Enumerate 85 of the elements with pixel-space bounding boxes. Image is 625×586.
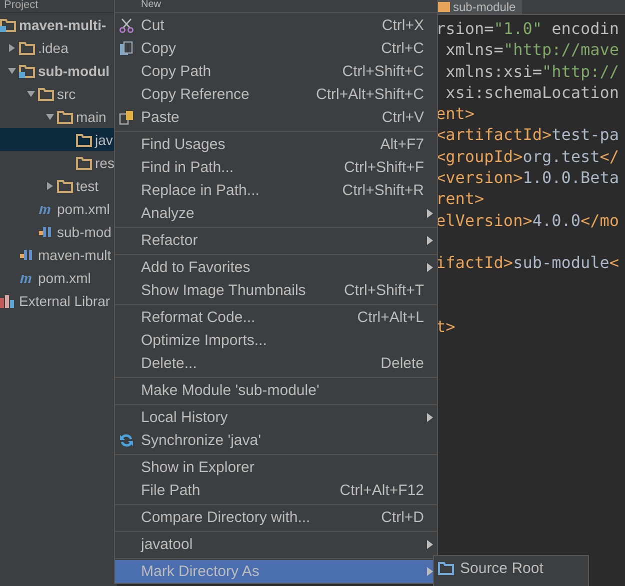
panel-title: Project <box>4 0 38 11</box>
tree-label: res <box>95 154 114 170</box>
menu-item[interactable]: Reformat Code... Ctrl+Alt+L <box>115 306 437 329</box>
code-line: <artifactId>test-pa <box>436 125 620 144</box>
code-line: <groupId>org.test</ <box>436 146 620 166</box>
tree-item[interactable]: .idea <box>0 36 117 59</box>
menu-item[interactable]: Optimize Imports... <box>115 329 437 352</box>
tree-label: jav <box>95 132 113 148</box>
menu-item[interactable]: Compare Directory with... Ctrl+D <box>115 506 437 529</box>
code-line: xmlns="http://mave <box>444 40 620 60</box>
tree-item[interactable]: sub-modul <box>0 59 117 82</box>
menu-item[interactable]: New <box>115 0 437 10</box>
menu-item[interactable]: Paste Ctrl+V <box>115 106 437 129</box>
library-icon <box>0 294 16 308</box>
tree-label: test <box>76 178 99 194</box>
module-file-icon <box>19 248 35 262</box>
menu-item[interactable]: Source Root <box>434 556 588 580</box>
code-line: ent> <box>436 104 475 124</box>
tree-label: pom.xml <box>38 270 91 286</box>
paste-icon <box>119 110 134 125</box>
folder-icon <box>57 178 73 192</box>
menu-item[interactable]: Analyze <box>115 202 437 225</box>
menu-item[interactable]: Copy Reference Ctrl+Alt+Shift+C <box>115 83 437 106</box>
menu-item[interactable]: Find Usages Alt+F7 <box>115 133 437 156</box>
tree-label: maven-mult <box>38 246 112 262</box>
menu-item[interactable]: Refactor <box>115 229 437 252</box>
tree-item[interactable]: test <box>0 174 117 197</box>
folder-icon <box>76 132 92 146</box>
module-folder-icon <box>19 64 35 78</box>
menu-item[interactable]: Show Image Thumbnails Ctrl+Shift+T <box>115 279 437 302</box>
folder-icon <box>19 40 35 54</box>
tree-item[interactable]: main <box>0 105 117 128</box>
folder-icon <box>38 86 54 100</box>
sync-icon <box>119 433 134 448</box>
tree-item[interactable]: jav <box>0 128 117 151</box>
collapsed-arrow-icon[interactable] <box>44 180 54 190</box>
menu-item[interactable]: Add to Favorites <box>115 256 437 279</box>
code-line: rsion="1.0" encodin <box>436 19 620 38</box>
menu-item[interactable]: Delete... Delete <box>115 352 437 375</box>
menu-item[interactable]: Copy Ctrl+C <box>115 37 437 60</box>
tree-item[interactable]: pom.xml <box>0 266 117 289</box>
tree-item[interactable]: maven-multi- <box>0 13 117 36</box>
collapsed-arrow-icon[interactable] <box>6 42 16 52</box>
scissors-icon <box>119 18 134 33</box>
tree-item[interactable]: sub-mod <box>0 220 117 243</box>
code-line: xmlns:xsi="http:// <box>444 62 620 81</box>
code-line: rent> <box>436 189 484 208</box>
tree-item[interactable]: src <box>0 82 117 105</box>
tree-item[interactable]: maven-mult <box>0 243 117 266</box>
copy-icon <box>119 41 134 56</box>
tree-item[interactable]: External Librar <box>0 289 117 312</box>
code-line: <version>1.0.0.Beta <box>436 168 620 188</box>
tree-label: External Librar <box>19 292 110 308</box>
menu-item[interactable]: Make Module 'sub-module' <box>115 379 437 402</box>
menu-item[interactable]: Find in Path... Ctrl+Shift+F <box>115 156 437 179</box>
module-folder-icon <box>0 18 16 32</box>
menu-item[interactable]: Replace in Path... Ctrl+Shift+R <box>115 179 437 202</box>
menu-item[interactable]: Show in Explorer <box>115 456 437 479</box>
menu-item[interactable]: Local History <box>115 406 437 429</box>
menu-item[interactable]: File Path Ctrl+Alt+F12 <box>115 479 437 502</box>
tree-label: sub-modul <box>38 62 110 78</box>
folder-icon <box>438 562 454 574</box>
tree-label: .idea <box>38 40 68 56</box>
tree-label: pom.xml <box>57 200 110 216</box>
tree-item[interactable]: res <box>0 151 117 174</box>
code-line: elVersion>4.0.0</mo <box>436 210 620 230</box>
code-line: xsi:schemaLocation <box>444 82 620 102</box>
tree-label: sub-mod <box>57 224 112 240</box>
tree-item[interactable]: pom.xml <box>0 197 117 220</box>
expanded-arrow-icon[interactable] <box>44 112 54 122</box>
expanded-arrow-icon[interactable] <box>26 88 36 98</box>
folder-icon <box>57 110 73 124</box>
module-file-icon <box>38 224 54 238</box>
folder-icon <box>76 156 92 170</box>
editor-tab[interactable]: sub-module <box>436 0 522 14</box>
tree-label: src <box>57 86 76 102</box>
code-line: t> <box>436 317 456 336</box>
menu-item[interactable]: Synchronize 'java' <box>115 429 437 452</box>
menu-item[interactable]: javatool <box>115 533 437 556</box>
expanded-arrow-icon[interactable] <box>6 66 16 76</box>
menu-item[interactable]: Copy Path Ctrl+Shift+C <box>115 60 437 83</box>
tree-label: main <box>76 108 106 124</box>
code-line: ifactId>sub-module< <box>436 253 620 272</box>
tree-label: maven-multi- <box>19 16 106 32</box>
menu-item[interactable]: Cut Ctrl+X <box>115 14 437 37</box>
